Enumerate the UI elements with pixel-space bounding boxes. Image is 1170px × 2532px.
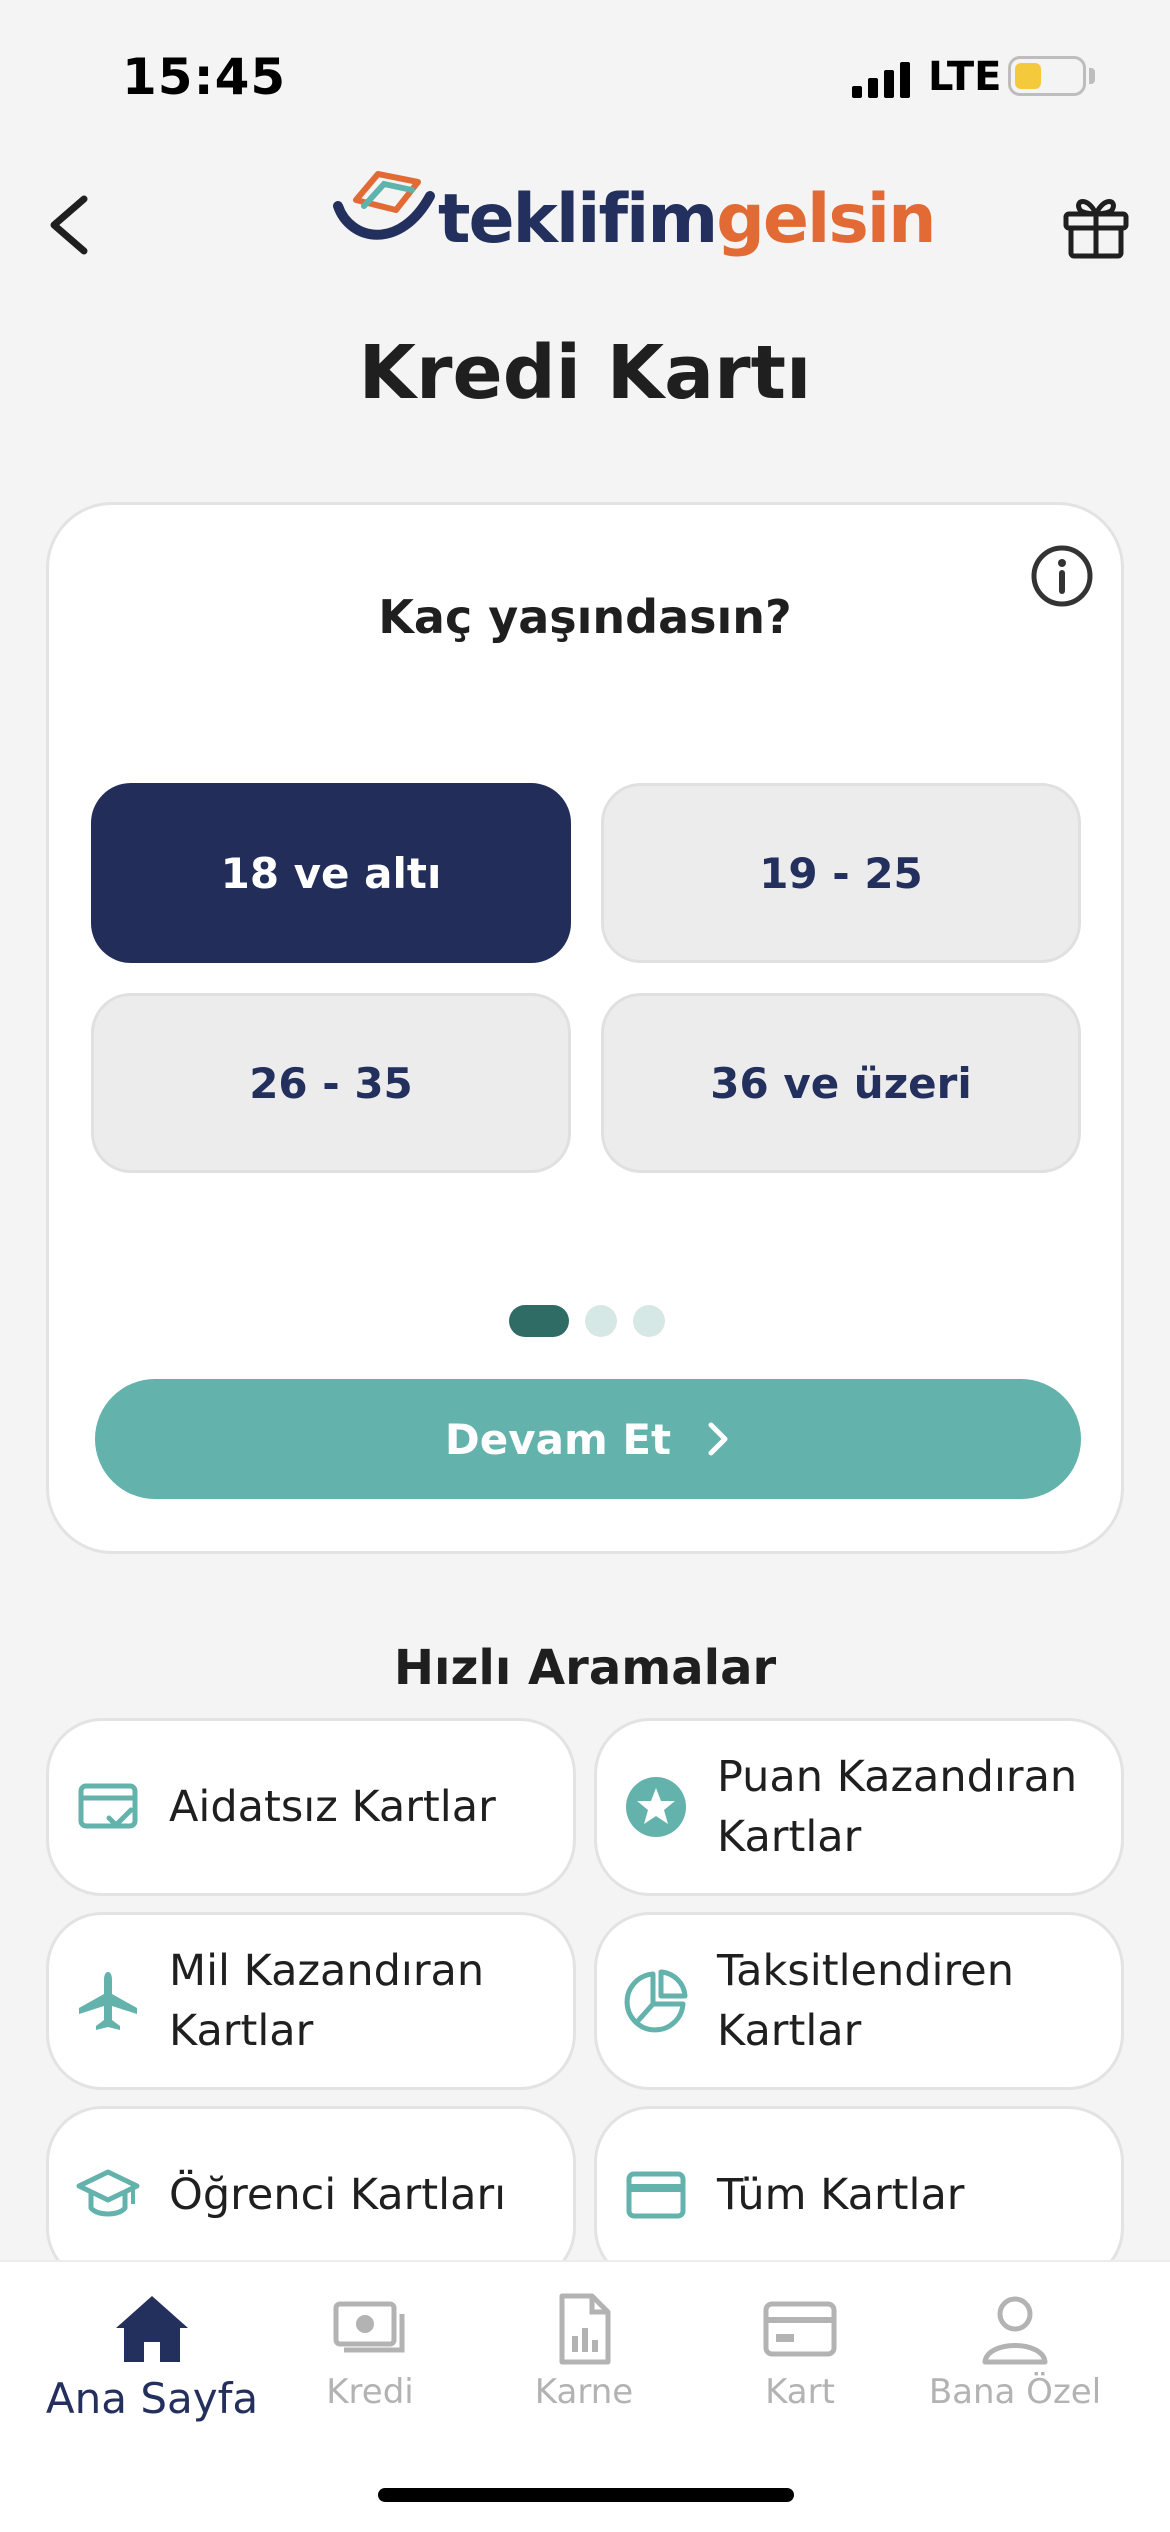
brand-logo: teklifimgelsin — [330, 160, 937, 270]
age-option-36-and-over[interactable]: 36 ve üzeri — [601, 993, 1081, 1173]
network-type: LTE — [928, 54, 1002, 100]
tab-label: Karne — [534, 2372, 634, 2412]
page-dot — [585, 1305, 617, 1337]
star-badge-icon — [626, 1777, 686, 1837]
age-option-18-and-under[interactable]: 18 ve altı — [91, 783, 571, 963]
tab-label: Bana Özel — [928, 2372, 1102, 2412]
tab-label: Ana Sayfa — [45, 2374, 259, 2423]
home-icon — [116, 2296, 188, 2362]
quick-search-student-cards[interactable]: Öğrenci Kartları — [46, 2106, 576, 2284]
logo-mark-icon — [333, 171, 435, 240]
age-option-26-35[interactable]: 26 - 35 — [91, 993, 571, 1173]
battery-icon — [1008, 56, 1086, 96]
quick-search-all-cards[interactable]: Tüm Kartlar — [594, 2106, 1124, 2284]
tab-for-me[interactable]: Bana Özel — [905, 2292, 1125, 2412]
question-text: Kaç yaşındasın? — [378, 590, 792, 644]
card-icon — [763, 2301, 837, 2357]
card-check-icon — [78, 1783, 138, 1829]
credit-card-icon — [626, 2171, 686, 2219]
quick-search-label: Tüm Kartlar — [717, 2170, 965, 2220]
page-indicator — [509, 1305, 669, 1339]
cellular-signal-icon — [852, 62, 910, 98]
quick-search-label: Aidatsız Kartlar — [169, 1782, 496, 1832]
report-icon — [559, 2293, 611, 2365]
quick-search-installment-cards[interactable]: Taksitlendiren Kartlar — [594, 1912, 1124, 2090]
quick-search-label: Öğrenci Kartları — [169, 2170, 507, 2220]
pie-split-icon — [624, 1969, 688, 2033]
graduation-cap-icon — [76, 2169, 140, 2217]
age-question-card: Kaç yaşındasın? 18 ve altı 19 - 25 26 - … — [46, 502, 1124, 1554]
page-dot-active — [509, 1305, 569, 1337]
logo-text-primary: teklifim — [438, 180, 718, 259]
age-option-19-25[interactable]: 19 - 25 — [601, 783, 1081, 963]
gift-icon[interactable] — [1060, 190, 1132, 262]
page-title: Kredi Kartı — [358, 330, 812, 416]
home-indicator — [378, 2488, 794, 2502]
airplane-icon — [79, 1972, 137, 2030]
status-bar: 15:45 LTE — [0, 0, 1170, 150]
user-icon — [982, 2296, 1048, 2365]
tab-label: Kredi — [326, 2372, 414, 2412]
quick-search-label: Taksitlendiren Kartlar — [717, 1946, 1014, 2056]
logo-text-accent: gelsin — [716, 180, 936, 259]
tab-report[interactable]: Karne — [474, 2292, 694, 2412]
tab-card[interactable]: Kart — [690, 2292, 910, 2412]
continue-button[interactable]: Devam Et — [95, 1379, 1081, 1499]
quick-search-points-cards[interactable]: Puan Kazandıran Kartlar — [594, 1718, 1124, 1896]
money-icon — [333, 2301, 405, 2353]
quick-search-label: Mil Kazandıran Kartlar — [169, 1946, 485, 2056]
continue-button-label: Devam Et — [444, 1414, 672, 1464]
page-dot — [633, 1305, 665, 1337]
quick-search-miles-cards[interactable]: Mil Kazandıran Kartlar — [46, 1912, 576, 2090]
chevron-right-icon — [708, 1422, 728, 1456]
status-time: 15:45 — [122, 48, 287, 106]
quick-search-no-fee-cards[interactable]: Aidatsız Kartlar — [46, 1718, 576, 1896]
back-chevron-icon[interactable] — [38, 185, 108, 265]
tab-loan[interactable]: Kredi — [260, 2292, 480, 2412]
tab-home[interactable]: Ana Sayfa — [42, 2292, 262, 2423]
quick-search-title: Hızlı Aramalar — [393, 1640, 777, 1696]
quick-search-label: Puan Kazandıran Kartlar — [717, 1752, 1078, 1862]
tab-label: Kart — [765, 2372, 835, 2412]
